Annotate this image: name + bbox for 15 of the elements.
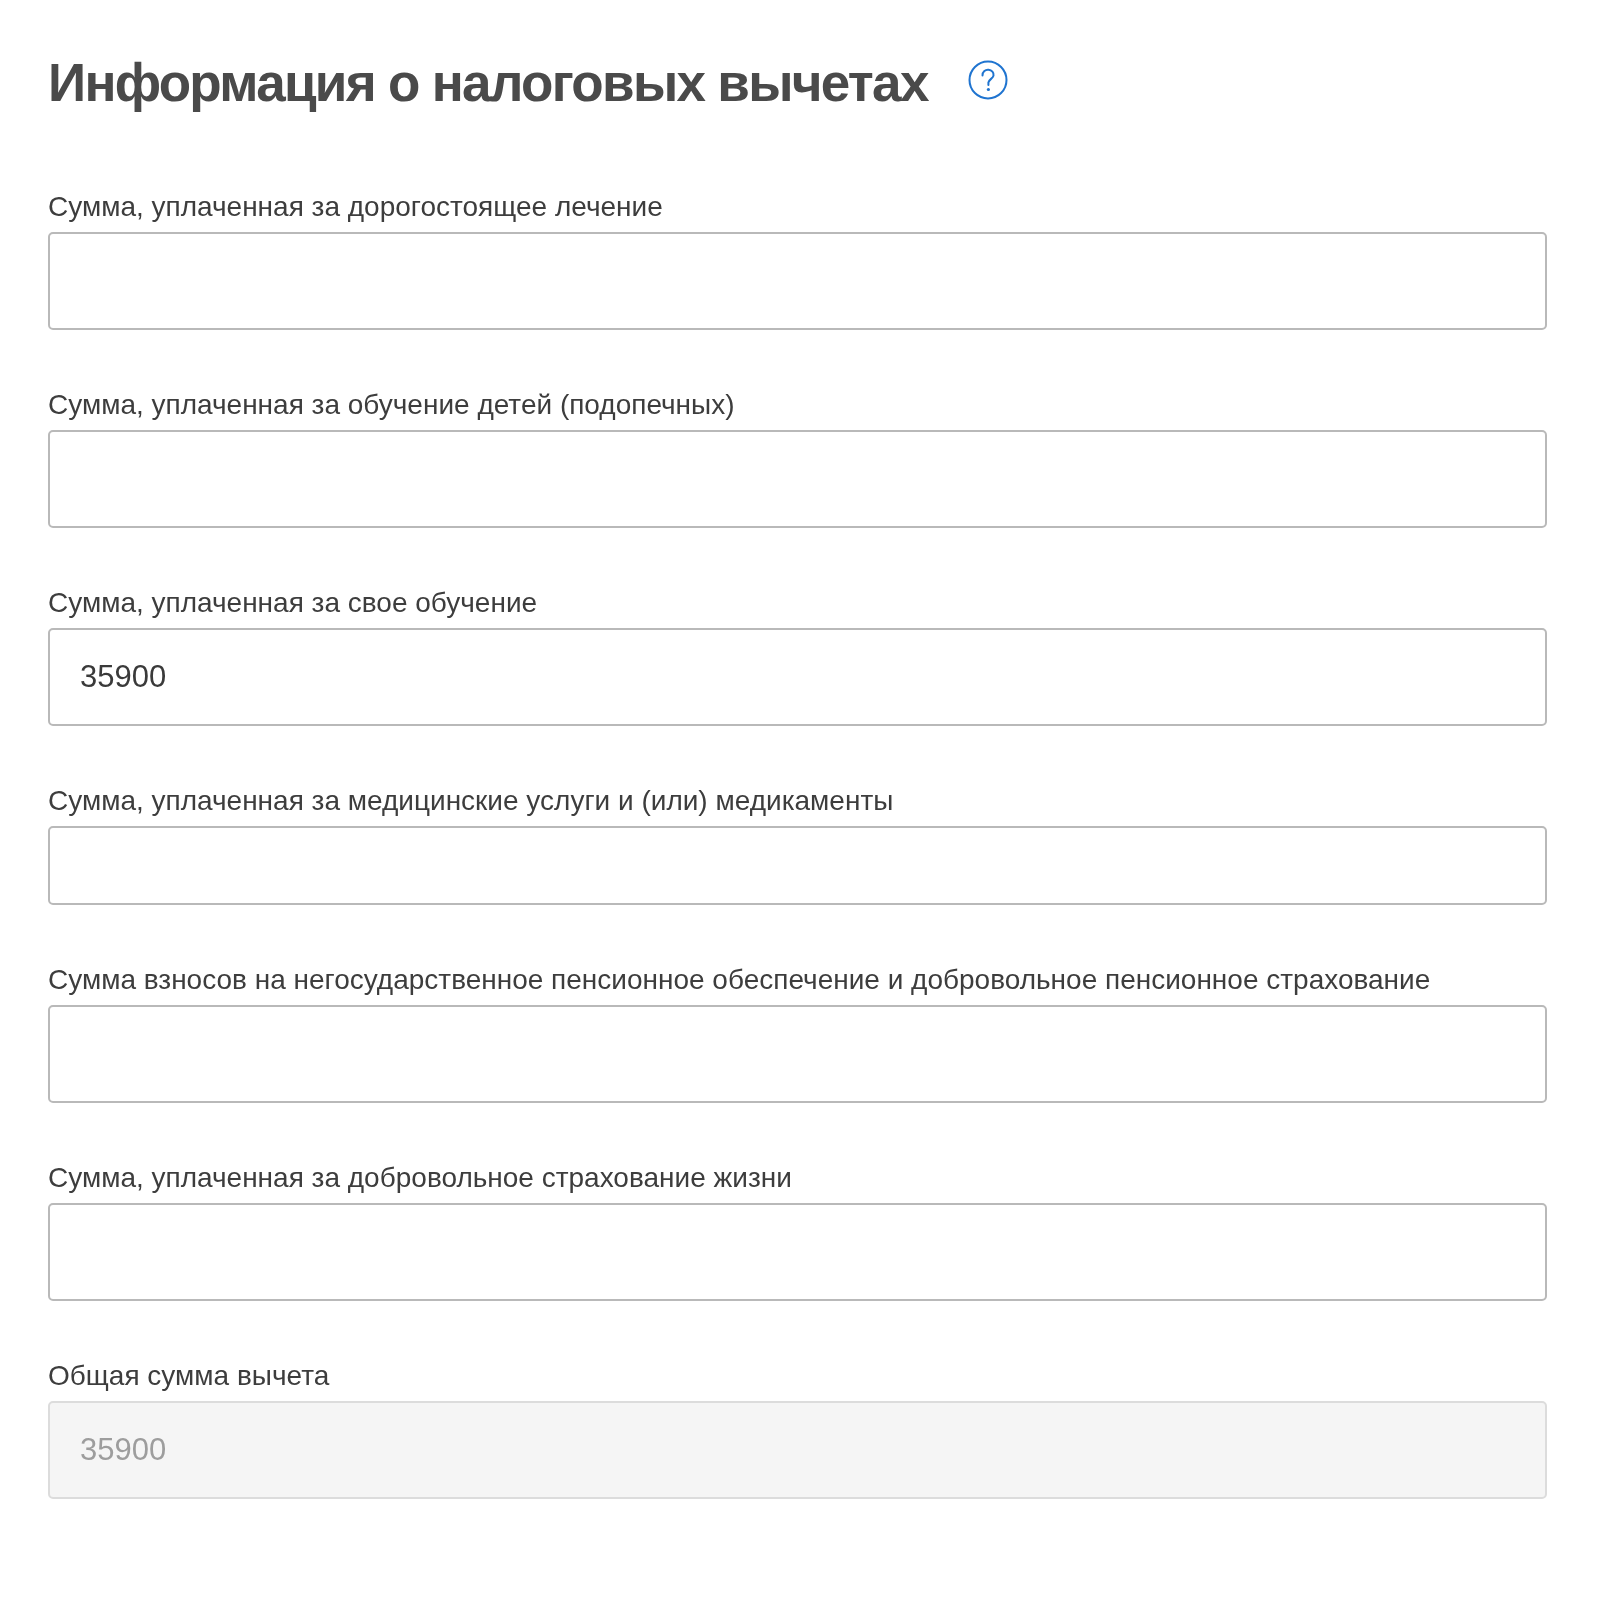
- input-field[interactable]: [48, 1005, 1547, 1103]
- help-icon[interactable]: [967, 60, 1008, 100]
- input-field[interactable]: [48, 1203, 1547, 1301]
- input-field[interactable]: [48, 826, 1547, 905]
- input-field[interactable]: 35900: [48, 628, 1547, 726]
- field-label: Сумма, уплаченная за медицинские услуги и (или) медикаменты: [48, 786, 895, 816]
- input-field[interactable]: [48, 430, 1547, 528]
- field-label: Сумма, уплаченная за обучение детей (подопечных): [48, 390, 736, 420]
- field-label: Сумма взносов на негосударственное пенсионное обеспечение и добровольное пенсионное страхование: [48, 965, 1432, 995]
- input-field[interactable]: [48, 232, 1547, 330]
- field-label: Сумма, уплаченная за свое обучение: [48, 588, 539, 618]
- page-title: Информация о налоговых вычетах: [48, 52, 928, 114]
- field-label: Сумма, уплаченная за дорогостоящее лечение: [48, 192, 664, 222]
- field-label: Общая сумма вычета: [48, 1361, 331, 1391]
- field-label: Сумма, уплаченная за добровольное страхование жизни: [48, 1163, 793, 1193]
